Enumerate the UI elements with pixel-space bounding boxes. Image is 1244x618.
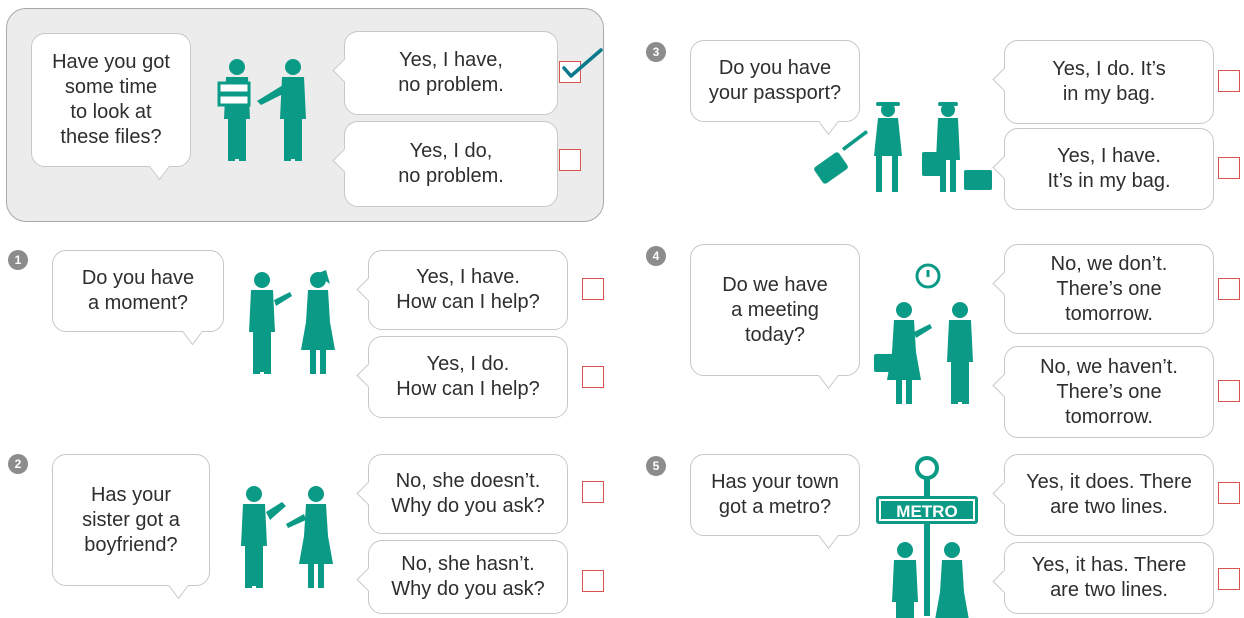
- item-3-answer-1-checkbox[interactable]: [1218, 70, 1240, 92]
- item-2-answer-2-bubble: No, she hasn’t. Why do you ask?: [356, 540, 568, 614]
- checkmark-icon: [562, 48, 603, 78]
- item-5-answer-2-checkbox[interactable]: [1218, 568, 1240, 590]
- colleagues-talking-icon: [249, 270, 335, 374]
- item-5-answer-2-text: Yes, it has. There are two lines.: [1031, 554, 1187, 601]
- item-2-answer-1-checkbox[interactable]: [582, 481, 604, 503]
- item-4-answer-2-text: No, we haven’t. There’s one tomorrow.: [1040, 355, 1178, 428]
- item-3-answer-2-checkbox[interactable]: [1218, 157, 1240, 179]
- item-3-answer-2-text: Yes, I have. It’s in my bag.: [1047, 145, 1171, 192]
- item-5-number-badge: 5: [646, 456, 666, 476]
- item-5-answer-2-bubble: Yes, it has. There are two lines.: [992, 542, 1214, 614]
- item-4-answer-1-bubble: No, we don’t. There’s one tomorrow.: [992, 244, 1214, 334]
- example-question-bubble: Have you got some time to look at these …: [31, 33, 191, 181]
- item-2-question-bubble: Has your sister got a boyfriend?: [52, 454, 210, 600]
- example-answer-2-checkbox[interactable]: [559, 149, 581, 171]
- office-workers-with-files-icon: [217, 59, 306, 161]
- item-4-answer-1-checkbox[interactable]: [1218, 278, 1240, 300]
- item-1-answer-1-text: Yes, I have. How can I help?: [396, 266, 540, 313]
- item-5-answer-1-checkbox[interactable]: [1218, 482, 1240, 504]
- item-1-answer-1-checkbox[interactable]: [582, 278, 604, 300]
- example-panel: Have you got some time to look at these …: [6, 8, 604, 222]
- item-4-answer-2-bubble: No, we haven’t. There’s one tomorrow.: [992, 346, 1214, 438]
- item-4-question-bubble: Do we have a meeting today?: [690, 244, 860, 390]
- item-1-number-badge: 1: [8, 250, 28, 270]
- item-3-answer-1-text: Yes, I do. It’s in my bag.: [1052, 58, 1166, 105]
- example-question-text: Have you got some time to look at these …: [52, 51, 170, 148]
- item-2-answer-1-text: No, she doesn’t. Why do you ask?: [391, 470, 545, 517]
- travellers-with-luggage-icon: [814, 102, 992, 192]
- metro-sign-text: METRO: [896, 502, 957, 521]
- item-2-answer-2-checkbox[interactable]: [582, 570, 604, 592]
- item-2-number-badge: 2: [8, 454, 28, 474]
- item-4-number-badge: 4: [646, 246, 666, 266]
- item-4-question-text: Do we have a meeting today?: [722, 273, 828, 346]
- item-1-answer-2-checkbox[interactable]: [582, 366, 604, 388]
- item-5-question-bubble: Has your town got a metro?: [690, 454, 860, 550]
- item-1-answer-2-bubble: Yes, I do. How can I help?: [356, 336, 568, 418]
- item-2-question-text: Has your sister got a boyfriend?: [82, 483, 180, 556]
- item-5-question-text: Has your town got a metro?: [711, 471, 839, 518]
- item-2-answer-2-text: No, she hasn’t. Why do you ask?: [391, 553, 545, 600]
- metro-sign-people-icon: METRO: [876, 456, 978, 618]
- item-3-answer-2-bubble: Yes, I have. It’s in my bag.: [992, 128, 1214, 210]
- example-answer-1-text: Yes, I have, no problem.: [398, 49, 504, 96]
- item-2-answer-1-bubble: No, she doesn’t. Why do you ask?: [356, 454, 568, 534]
- business-meeting-clock-icon: [874, 263, 973, 404]
- item-5-answer-1-text: Yes, it does. There are two lines.: [1026, 471, 1192, 518]
- example-answer-1-checkbox[interactable]: [559, 48, 603, 83]
- item-1-question-bubble: Do you have a moment?: [52, 250, 224, 346]
- item-4-answer-1-text: No, we don’t. There’s one tomorrow.: [1050, 252, 1168, 325]
- item-3-answer-1-bubble: Yes, I do. It’s in my bag.: [992, 40, 1214, 124]
- item-5-answer-1-bubble: Yes, it does. There are two lines.: [992, 454, 1214, 536]
- example-answer-2-bubble: Yes, I do, no problem.: [332, 121, 558, 207]
- example-answer-1-bubble: Yes, I have, no problem.: [332, 31, 558, 115]
- item-4-answer-2-checkbox[interactable]: [1218, 380, 1240, 402]
- item-3-number-badge: 3: [646, 42, 666, 62]
- item-1-answer-1-bubble: Yes, I have. How can I help?: [356, 250, 568, 330]
- item-1-answer-2-text: Yes, I do. How can I help?: [396, 353, 540, 400]
- example-answer-2-text: Yes, I do, no problem.: [398, 140, 504, 187]
- item-1-question-text: Do you have a moment?: [81, 267, 195, 314]
- man-and-woman-talking-icon: [241, 486, 333, 588]
